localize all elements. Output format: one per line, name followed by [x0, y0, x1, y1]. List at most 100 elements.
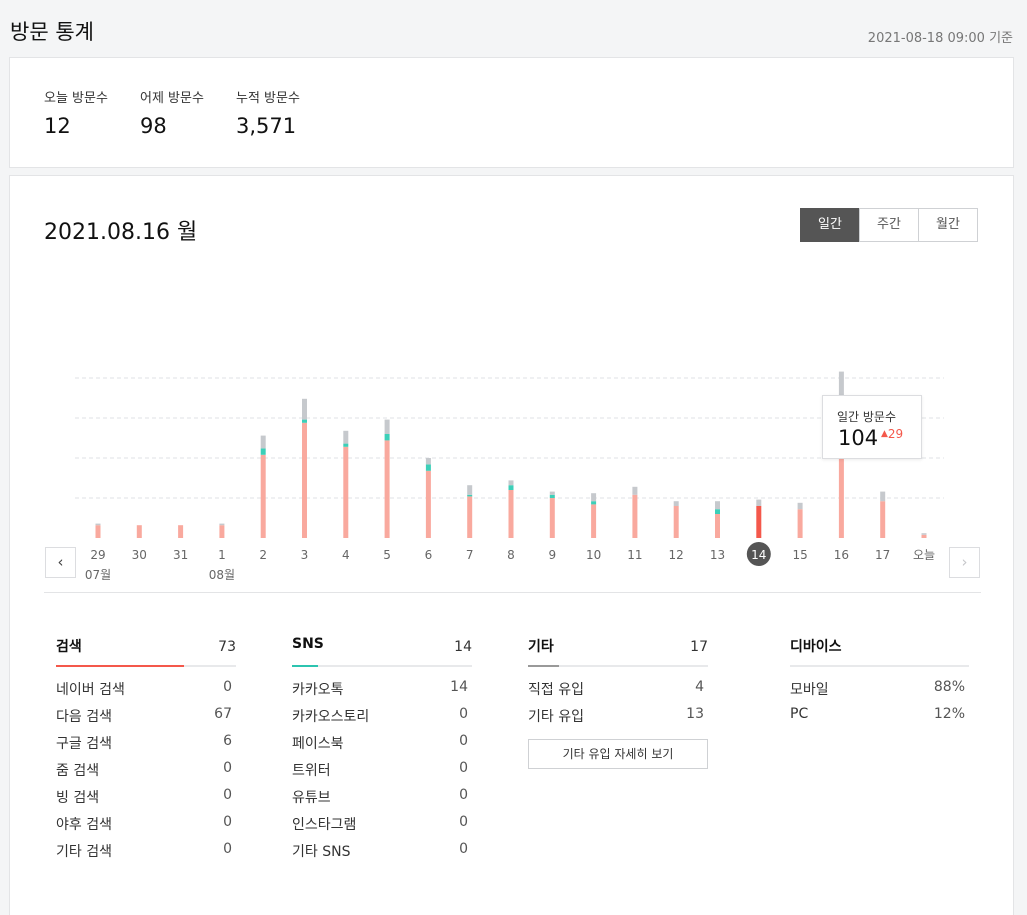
bar-search[interactable]	[797, 509, 803, 538]
stat-row-value: 0	[223, 760, 232, 776]
group-underline	[56, 665, 184, 667]
bar-search[interactable]	[178, 525, 184, 538]
stat-value: 12	[44, 114, 71, 138]
bar-sns[interactable]	[591, 501, 597, 505]
tooltip-value: 104	[838, 426, 879, 450]
bar-sns[interactable]	[467, 494, 473, 497]
stat-row-value: 0	[459, 760, 468, 776]
bar-other[interactable]	[425, 458, 431, 465]
x-tick-label[interactable]: 9	[548, 548, 556, 562]
stat-row: 기타 유입 13	[528, 706, 708, 733]
bar-other[interactable]	[343, 430, 349, 444]
bar-search[interactable]	[508, 490, 514, 538]
x-tick-label[interactable]: 15	[792, 548, 807, 562]
bar-search[interactable]	[260, 454, 266, 538]
bar-search[interactable]	[425, 470, 431, 538]
x-tick-label[interactable]: 3	[301, 548, 309, 562]
bar-search[interactable]	[95, 525, 101, 538]
bar-other[interactable]	[591, 493, 597, 502]
group-head: 검색 73	[56, 634, 236, 667]
x-tick-label[interactable]: 6	[425, 548, 433, 562]
bar-sns[interactable]	[549, 494, 555, 498]
x-tick-label[interactable]: 13	[710, 548, 725, 562]
x-tick-label[interactable]: 2	[259, 548, 267, 562]
stat-row: 카카오스토리 0	[292, 706, 472, 733]
x-tick-label[interactable]: 17	[875, 548, 890, 562]
group-other: 기타 17 직접 유입 4 기타 유입 13 기타 유입 자세히 보기	[528, 634, 708, 769]
prev-button[interactable]: ‹	[45, 547, 76, 578]
stat-row: 트위터 0	[292, 760, 472, 787]
divider	[44, 592, 981, 593]
x-tick-label[interactable]: 12	[669, 548, 684, 562]
x-tick-label[interactable]: 14	[751, 548, 766, 562]
bar-search[interactable]	[549, 498, 555, 538]
bar-search[interactable]	[302, 422, 307, 538]
stat-row-value: 88%	[933, 679, 965, 695]
bar-other[interactable]	[549, 491, 555, 495]
stat-row-label: 구글 검색	[56, 736, 112, 752]
bar-search[interactable]	[384, 440, 390, 538]
stat-row-value: 0	[459, 841, 468, 857]
x-tick-label[interactable]: 8	[507, 548, 515, 562]
x-tick-label[interactable]: 5	[383, 548, 391, 562]
x-tick-label[interactable]: 30	[132, 548, 147, 562]
bar-other[interactable]	[797, 502, 803, 510]
bar-search[interactable]	[219, 525, 225, 538]
bar-other[interactable]	[219, 523, 225, 526]
stat-row-label: 기타 유입	[528, 709, 584, 725]
visits-tooltip: 일간 방문수 104 ▲29	[822, 395, 922, 459]
x-tick-label[interactable]: 11	[627, 548, 642, 562]
bar-search[interactable]	[136, 525, 142, 538]
stat-row-label: 인스타그램	[292, 817, 357, 833]
caret-up-icon: ▲	[881, 429, 888, 439]
bar-other[interactable]	[260, 435, 266, 449]
bar-search[interactable]	[343, 446, 349, 538]
x-tick-label[interactable]: 31	[173, 548, 188, 562]
bar-sns[interactable]	[425, 464, 431, 471]
bar-search[interactable]	[591, 504, 597, 538]
bar-other[interactable]	[632, 486, 638, 495]
next-button[interactable]: ›	[949, 547, 980, 578]
bar-sns[interactable]	[508, 485, 514, 490]
bar-search[interactable]	[921, 534, 927, 538]
bar-sns[interactable]	[260, 448, 266, 455]
bar-other[interactable]	[302, 398, 307, 420]
group-search: 검색 73 네이버 검색 0 다음 검색 67 구글 검색 6 줌 검색 0 빙 검색 0 야후 검…	[56, 634, 236, 868]
x-tick-label[interactable]: 29	[90, 548, 105, 562]
bar-search[interactable]	[673, 506, 679, 538]
stat-row: 줌 검색 0	[56, 760, 236, 787]
stat-label: 누적 방문수	[236, 91, 300, 106]
bar-sns[interactable]	[715, 509, 720, 514]
x-tick-label[interactable]: 4	[342, 548, 350, 562]
bar-search[interactable]	[632, 494, 638, 538]
bar-search[interactable]	[715, 514, 720, 538]
stat-row-value: 0	[223, 679, 232, 695]
x-tick-label[interactable]: 16	[834, 548, 849, 562]
bar-other[interactable]	[715, 501, 720, 510]
bar-other[interactable]	[756, 499, 762, 506]
bar-other[interactable]	[673, 501, 679, 506]
bar-other[interactable]	[467, 485, 473, 495]
group-name: 기타	[528, 639, 554, 655]
bar-sns[interactable]	[384, 434, 390, 441]
bar-sns[interactable]	[302, 419, 307, 423]
stat-row-value: 0	[223, 841, 232, 857]
bar-search[interactable]	[467, 496, 473, 538]
other-inflow-detail-button[interactable]: 기타 유입 자세히 보기	[528, 739, 708, 769]
bar-other[interactable]	[880, 491, 886, 502]
bar-search[interactable]	[880, 501, 886, 538]
bar-search[interactable]	[756, 506, 762, 538]
stat-row: 페이스북 0	[292, 733, 472, 760]
bar-other[interactable]	[921, 533, 927, 535]
stat-row: 야후 검색 0	[56, 814, 236, 841]
x-tick-label[interactable]: 오늘	[913, 548, 935, 562]
stat-row: 카카오톡 14	[292, 679, 472, 706]
x-tick-label[interactable]: 7	[466, 548, 474, 562]
bar-other[interactable]	[95, 523, 101, 526]
x-tick-label[interactable]: 1	[218, 548, 226, 562]
group-rows: 모바일 88% PC 12%	[790, 679, 969, 733]
x-tick-label[interactable]: 10	[586, 548, 601, 562]
bar-other[interactable]	[508, 480, 514, 486]
bar-other[interactable]	[384, 419, 390, 434]
bar-sns[interactable]	[343, 443, 349, 447]
